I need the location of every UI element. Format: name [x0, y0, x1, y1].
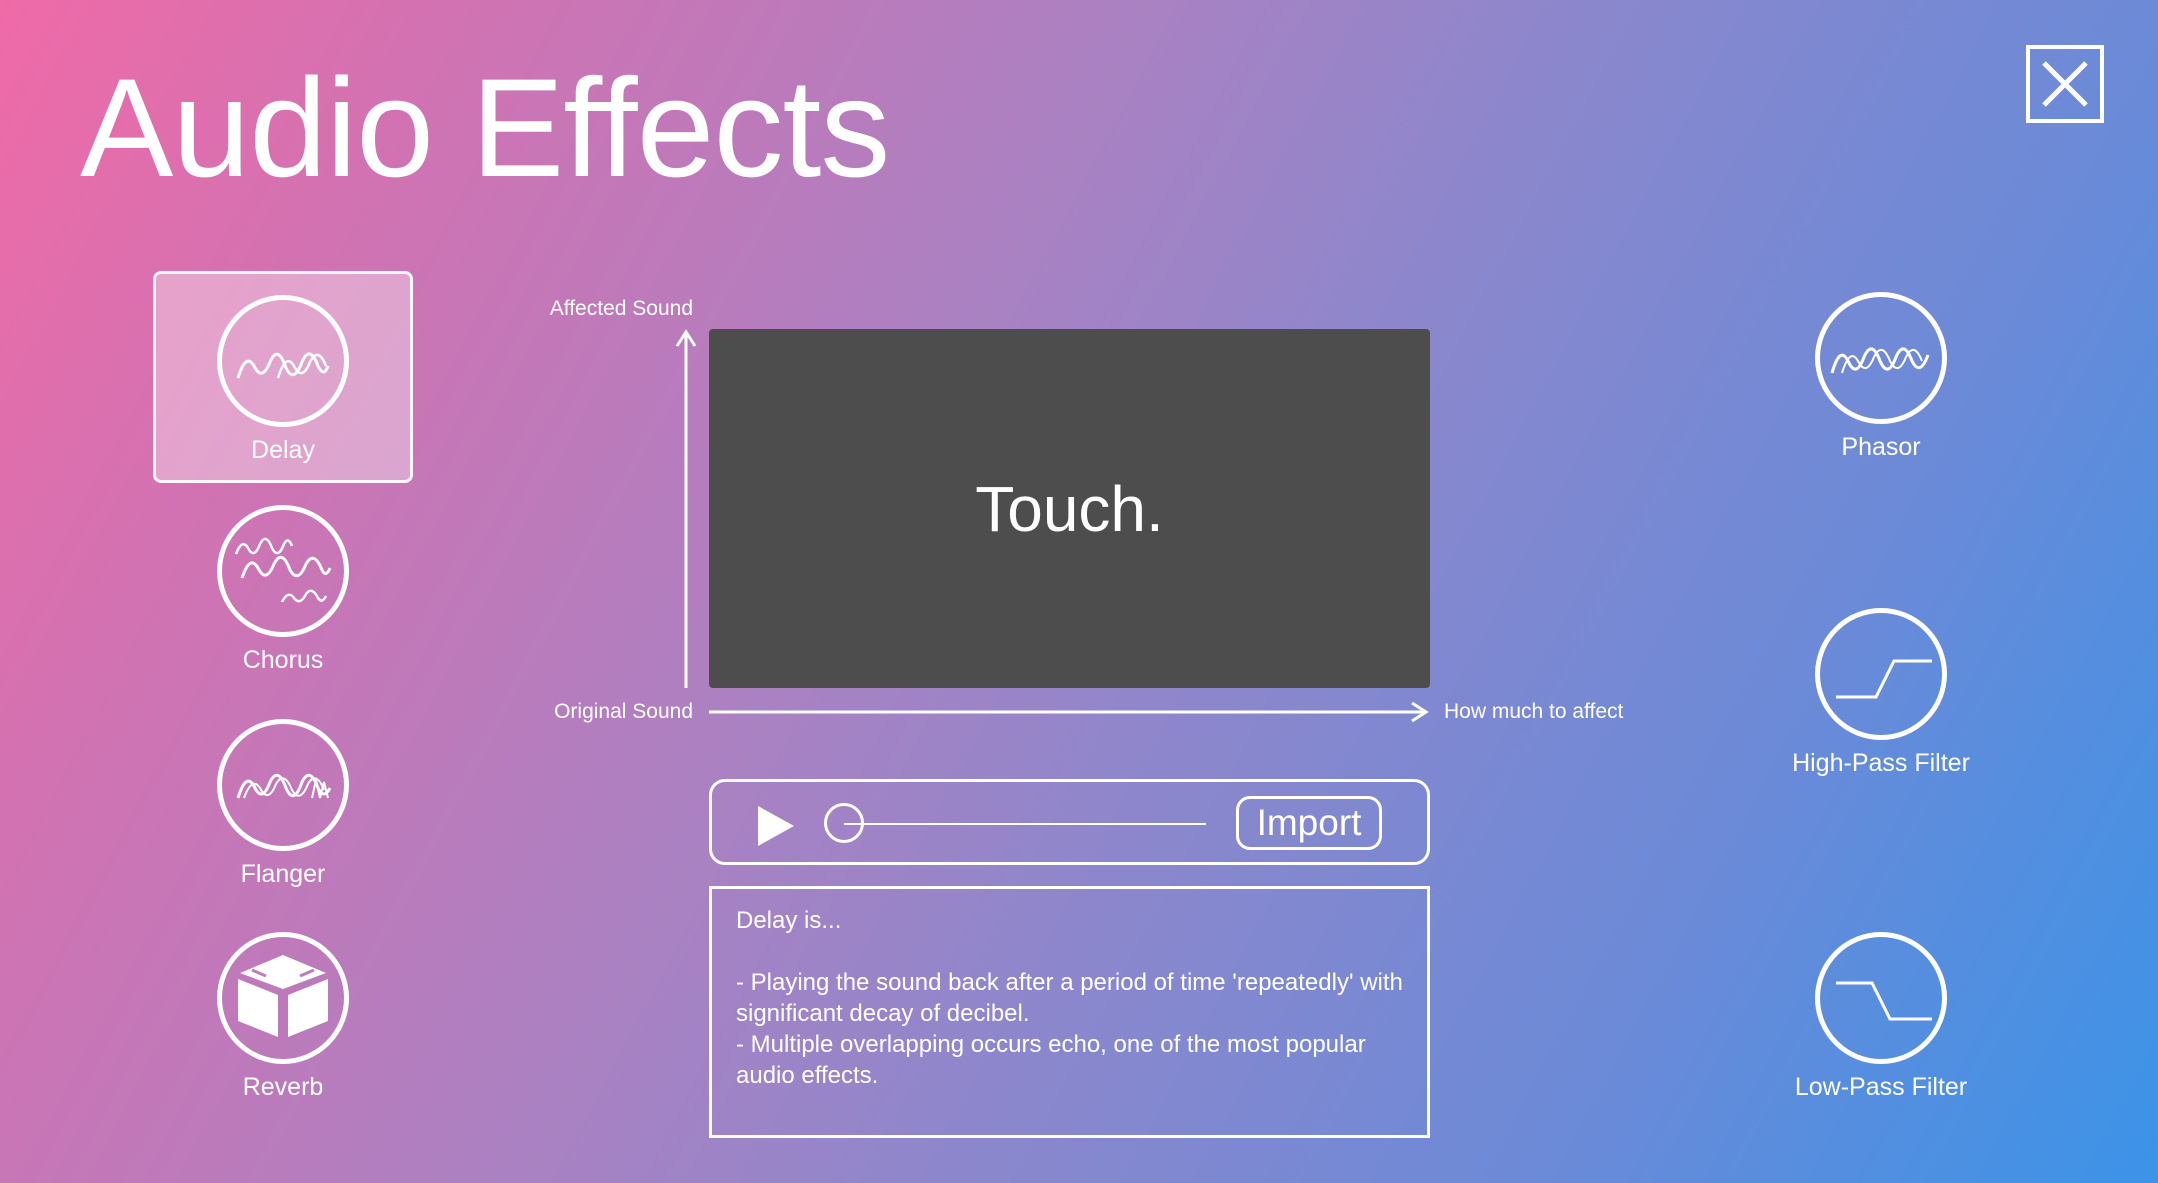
flanger-wave-icon [217, 719, 349, 851]
effect-delay[interactable]: Delay [153, 271, 413, 483]
high-pass-curve-icon [1815, 608, 1947, 740]
y-axis-label: Affected Sound [549, 297, 693, 320]
close-button[interactable] [2026, 45, 2104, 123]
play-icon [758, 806, 794, 846]
chorus-wave-icon [217, 505, 349, 637]
touch-prompt: Touch. [975, 472, 1164, 545]
x-axis-label: How much to affect [1444, 700, 1624, 723]
effect-high-pass-filter-label: High-Pass Filter [1792, 749, 1970, 777]
description-line: - Multiple overlapping occurs echo, one … [736, 1031, 1366, 1089]
audio-player: Import [709, 779, 1430, 865]
description-line: - Playing the sound back after a period … [736, 969, 1403, 1027]
page-title: Audio Effects [80, 49, 890, 206]
effect-low-pass-filter[interactable]: Low-Pass Filter [1751, 911, 2011, 1123]
effect-delay-label: Delay [251, 436, 315, 464]
reverb-box-icon [217, 932, 349, 1064]
effect-chorus-label: Chorus [242, 646, 324, 674]
low-pass-curve-icon [1815, 932, 1947, 1064]
effect-reverb-label: Reverb [242, 1073, 324, 1101]
description-heading: Delay is... [736, 907, 842, 934]
phasor-wave-icon [1815, 292, 1947, 424]
play-button[interactable] [756, 804, 796, 848]
effect-description: Delay is... - Playing the sound back aft… [709, 886, 1430, 1138]
effect-reverb[interactable]: Reverb [153, 911, 413, 1123]
effect-flanger[interactable]: Flanger [153, 698, 413, 910]
import-button[interactable]: Import [1236, 796, 1382, 850]
seek-handle[interactable] [824, 803, 864, 843]
seek-track[interactable] [844, 823, 1206, 825]
effect-chorus[interactable]: Chorus [153, 484, 413, 696]
effect-phasor-label: Phasor [1841, 433, 1921, 461]
origin-label: Original Sound [554, 700, 693, 723]
effect-phasor[interactable]: Phasor [1751, 271, 2011, 483]
effect-flanger-label: Flanger [240, 860, 326, 888]
effect-low-pass-filter-label: Low-Pass Filter [1794, 1073, 1968, 1101]
effect-high-pass-filter[interactable]: High-Pass Filter [1751, 587, 2011, 799]
close-icon [2042, 61, 2088, 107]
delay-wave-icon [217, 295, 349, 427]
touch-pad[interactable]: Touch. [709, 329, 1430, 688]
